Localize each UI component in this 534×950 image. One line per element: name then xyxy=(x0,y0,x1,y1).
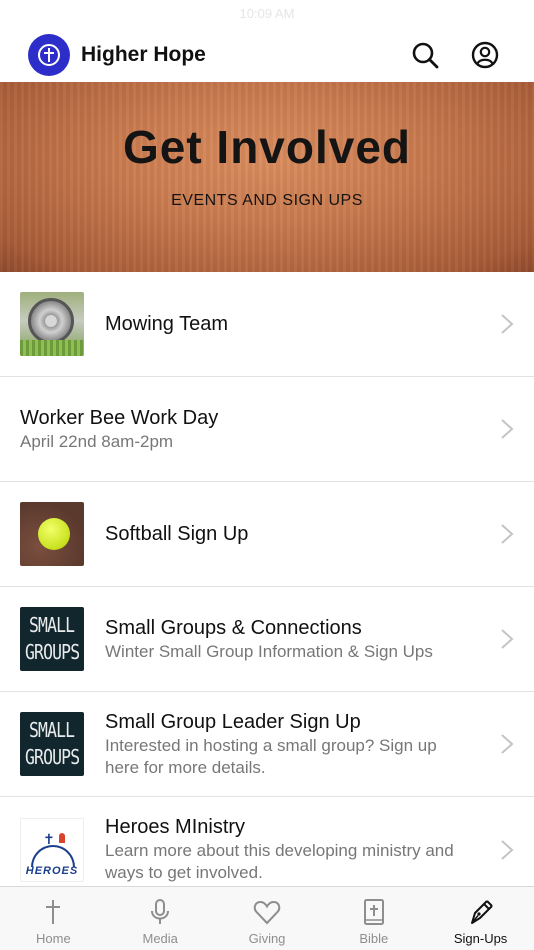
chevron-right-icon xyxy=(501,419,514,439)
list-item-title: Small Groups & Connections xyxy=(105,616,362,639)
list-item-subtitle: April 22nd 8am-2pm xyxy=(20,431,174,451)
tab-label: Giving xyxy=(248,931,286,946)
softball-image xyxy=(20,502,84,566)
heart-icon xyxy=(253,900,281,925)
microphone-icon xyxy=(151,899,170,924)
status-bar: 10:09 AM xyxy=(0,0,534,28)
small-groups-image: SMALL GROUPS xyxy=(20,712,84,776)
list-item-subtitle: Learn more about this developing ministr… xyxy=(105,841,454,882)
search-icon[interactable] xyxy=(410,40,440,70)
tab-home[interactable]: Home xyxy=(0,887,107,950)
tab-label: Bible xyxy=(359,931,389,946)
mower-blade-image xyxy=(20,292,84,356)
tab-label: Sign-Ups xyxy=(453,931,508,946)
logo-cross-icon xyxy=(38,44,60,66)
list-item-subtitle: Winter Small Group Information & Sign Up… xyxy=(105,641,433,661)
list-item-softball[interactable]: Softball Sign Up xyxy=(0,482,534,587)
signup-list: Mowing Team Worker Bee Work Day April 22… xyxy=(0,272,534,902)
list-item-small-group-leader[interactable]: SMALL GROUPS Small Group Leader Sign Up I… xyxy=(0,692,534,797)
tab-sign-ups[interactable]: Sign-Ups xyxy=(427,887,534,950)
list-item-title: Softball Sign Up xyxy=(105,523,249,545)
church-logo[interactable] xyxy=(28,34,70,76)
list-item-title: Worker Bee Work Day xyxy=(20,406,219,429)
list-item-title: Heroes MInistry xyxy=(105,816,246,838)
list-item-worker-bee[interactable]: Worker Bee Work Day April 22nd 8am-2pm xyxy=(0,377,534,482)
bottom-tab-bar: Home Media Giving Bible Sign-Ups xyxy=(0,886,534,950)
cross-icon xyxy=(46,900,61,924)
chevron-right-icon xyxy=(501,734,514,754)
list-item-title: Mowing Team xyxy=(105,313,229,335)
chevron-right-icon xyxy=(501,524,514,544)
list-item-title: Small Group Leader Sign Up xyxy=(105,710,361,733)
tab-bible[interactable]: Bible xyxy=(320,887,427,950)
tab-label: Media xyxy=(142,931,178,946)
list-item-mowing-team[interactable]: Mowing Team xyxy=(0,272,534,377)
chevron-right-icon xyxy=(501,314,514,334)
profile-icon[interactable] xyxy=(470,40,500,70)
list-item-subtitle: Interested in hosting a small group? Sig… xyxy=(105,735,437,777)
heroes-logo-image: ✝ HEROES xyxy=(20,817,84,882)
header-actions xyxy=(410,40,500,70)
tab-giving[interactable]: Giving xyxy=(214,887,321,950)
small-groups-image: SMALL GROUPS xyxy=(20,607,84,671)
hero-subtitle: EVENTS AND SIGN UPS xyxy=(171,192,363,209)
app-title: Higher Hope xyxy=(81,43,206,66)
tab-label: Home xyxy=(36,931,71,946)
pen-icon xyxy=(470,900,493,924)
list-item-small-groups[interactable]: SMALL GROUPS Small Groups & Connections W… xyxy=(0,587,534,692)
tab-media[interactable]: Media xyxy=(107,887,214,950)
hero-banner: Get Involved EVENTS AND SIGN UPS xyxy=(0,82,534,272)
hero-title: Get Involved xyxy=(122,121,412,173)
chevron-right-icon xyxy=(501,629,514,649)
status-time: 10:09 AM xyxy=(239,6,295,21)
top-bar: Higher Hope xyxy=(0,28,534,82)
chevron-right-icon xyxy=(501,839,514,860)
bible-icon xyxy=(363,899,384,925)
